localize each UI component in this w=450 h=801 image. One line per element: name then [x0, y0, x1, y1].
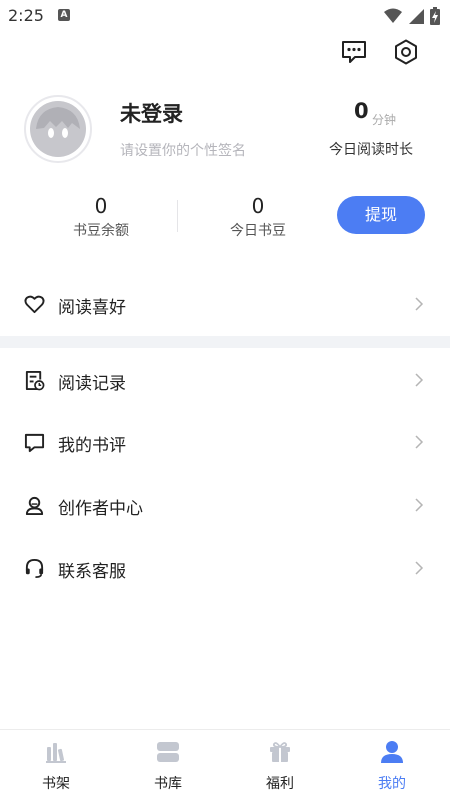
status-bar: 2:25 A [0, 0, 450, 32]
person-icon [25, 496, 44, 516]
today-beans[interactable]: 0 今日书豆 [212, 194, 304, 240]
today-beans-value: 0 [251, 194, 265, 218]
comment-icon [24, 433, 45, 453]
history-icon [25, 370, 45, 391]
library-icon [157, 742, 179, 762]
menu-item-reading-preference[interactable]: 阅读喜好 [0, 276, 450, 332]
menu-item-customer-service[interactable]: 联系客服 [0, 540, 450, 596]
menu-label: 阅读记录 [58, 374, 126, 394]
headset-icon [25, 558, 44, 578]
section-divider [0, 336, 450, 348]
chevron-right-icon [415, 561, 424, 575]
chevron-right-icon [415, 435, 424, 449]
settings-icon[interactable] [392, 38, 420, 66]
withdraw-button[interactable]: 提现 [337, 196, 425, 234]
menu-item-my-reviews[interactable]: 我的书评 [0, 414, 450, 470]
read-time-unit: 分钟 [372, 113, 397, 127]
message-icon[interactable] [340, 38, 368, 66]
nav-label: 书库 [154, 776, 182, 792]
bean-balance[interactable]: 0 书豆余额 [55, 194, 147, 240]
stat-divider [177, 200, 178, 232]
battery-icon [430, 7, 440, 25]
gift-icon [270, 742, 290, 762]
nav-tab-bookshelf[interactable]: 书架 [0, 730, 112, 801]
nav-label: 书架 [42, 776, 70, 792]
menu-item-reading-history[interactable]: 阅读记录 [0, 352, 450, 408]
heart-icon [24, 295, 45, 314]
status-time: 2:25 [8, 6, 44, 25]
wifi-icon [384, 8, 402, 23]
signal-icon [409, 9, 424, 24]
today-beans-label: 今日书豆 [230, 223, 286, 239]
header-actions [340, 38, 420, 66]
menu-label: 我的书评 [58, 436, 126, 456]
nav-tab-welfare[interactable]: 福利 [224, 730, 336, 801]
chevron-right-icon [415, 373, 424, 387]
menu-item-creator-center[interactable]: 创作者中心 [0, 477, 450, 533]
chevron-right-icon [415, 297, 424, 311]
read-time-label: 今日阅读时长 [329, 142, 413, 158]
avatar[interactable] [24, 95, 92, 163]
notification-icon: A [58, 9, 70, 21]
user-icon [381, 741, 403, 763]
nav-tab-library[interactable]: 书库 [112, 730, 224, 801]
bookshelf-icon [46, 743, 66, 763]
nav-label: 我的 [378, 776, 406, 792]
nav-tab-mine[interactable]: 我的 [336, 730, 448, 801]
status-icons [384, 7, 440, 25]
menu-label: 阅读喜好 [58, 298, 126, 318]
bottom-nav: 书架 书库 福利 我的 [0, 729, 450, 801]
bean-balance-label: 书豆余额 [73, 223, 129, 239]
menu-label: 创作者中心 [58, 499, 143, 519]
nav-label: 福利 [266, 776, 294, 792]
read-time-value: 0 [354, 99, 369, 123]
signature-placeholder[interactable]: 请设置你的个性签名 [120, 140, 246, 160]
bean-balance-value: 0 [94, 194, 108, 218]
default-avatar-icon [30, 101, 86, 157]
chevron-right-icon [415, 498, 424, 512]
username[interactable]: 未登录 [120, 98, 183, 128]
menu-label: 联系客服 [58, 562, 126, 582]
